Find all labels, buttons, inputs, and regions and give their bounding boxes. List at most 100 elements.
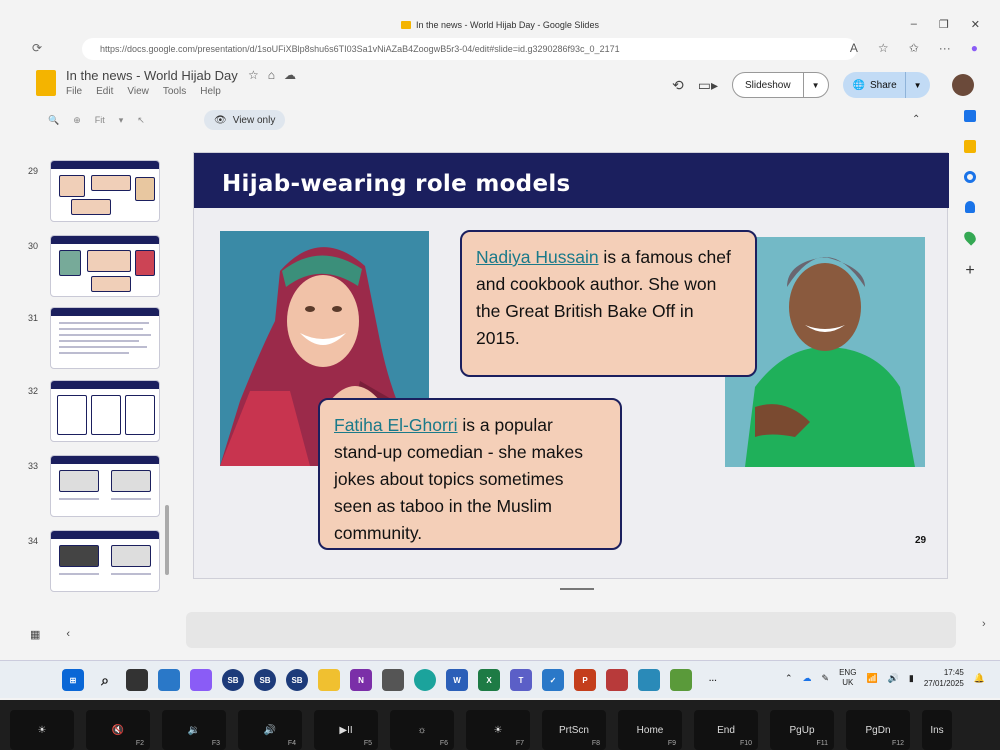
more-apps-icon[interactable]: ··· [702, 669, 724, 691]
system-tray: ⌃ ☁ ✎ ENG UK 📶 🔊 ▮ 17:45 27/01/2025 🔔 [785, 667, 985, 689]
grid-view-icon[interactable]: ▦ [30, 628, 40, 641]
pen-icon[interactable]: ✎ [822, 673, 830, 684]
menu-help[interactable]: Help [200, 86, 221, 97]
app-sb-icon[interactable]: SB [254, 669, 276, 691]
minimize-button[interactable]: – [911, 18, 917, 31]
teams-icon[interactable]: T [510, 669, 532, 691]
zoom-select[interactable]: Fit [95, 115, 105, 125]
refresh-icon[interactable]: ⟳ [32, 41, 42, 55]
header-actions: ⟲ ▭▸ Slideshow ▼ 🌐 Share ▼ [672, 72, 974, 98]
copilot-icon[interactable]: ● [971, 41, 978, 55]
filmstrip: 29 30 31 32 33 34 [20, 155, 180, 615]
menu-edit[interactable]: Edit [96, 86, 113, 97]
collapse-filmstrip-icon[interactable]: ‹ [66, 628, 70, 641]
slide-thumbnail[interactable] [50, 380, 160, 442]
fatiha-link[interactable]: Fatiha El-Ghorri [334, 415, 458, 435]
notes-resize-handle[interactable] [560, 588, 594, 590]
favorite-star-icon[interactable]: ☆ [878, 41, 889, 55]
search-icon[interactable]: ⌕ [94, 669, 116, 691]
slides-logo[interactable] [36, 70, 56, 96]
avatar[interactable] [951, 74, 974, 96]
zoom-icon[interactable]: ⊕ [73, 115, 81, 126]
filmstrip-item[interactable]: 32 [20, 380, 180, 444]
filmstrip-item[interactable]: 31 [20, 307, 180, 371]
windows-start-icon[interactable]: ⊞ [62, 669, 84, 691]
battery-icon[interactable]: ▮ [909, 673, 914, 684]
slide-thumbnail[interactable] [50, 307, 160, 369]
slide-number: 29 [28, 166, 39, 176]
slideshow-button[interactable]: Slideshow ▼ [732, 72, 829, 98]
doc-title-icons: ☆ ⌂ ☁ [248, 68, 296, 82]
pointer-icon[interactable]: ↖ [137, 115, 145, 126]
onenote-icon[interactable]: N [350, 669, 372, 691]
more-options-icon[interactable]: ··· [939, 41, 951, 55]
doc-title[interactable]: In the news - World Hijab Day [66, 68, 238, 83]
app-sb-icon[interactable]: SB [286, 669, 308, 691]
slide-thumbnail[interactable] [50, 455, 160, 517]
filmstrip-item[interactable]: 29 [20, 160, 180, 224]
widgets-icon[interactable] [158, 669, 180, 691]
collapse-menus-icon[interactable]: ⌃ [912, 114, 920, 125]
chevron-down-icon[interactable]: ▼ [804, 81, 828, 90]
notification-bell-icon[interactable]: 🔔 [974, 673, 985, 684]
key-volume-down: 🔉 F3 [162, 710, 226, 750]
calculator-icon[interactable] [382, 669, 404, 691]
address-field[interactable]: https://docs.google.com/presentation/d/1… [82, 38, 857, 60]
maximize-button[interactable]: ❐ [939, 18, 949, 31]
todo-icon[interactable]: ✓ [542, 669, 564, 691]
filmstrip-scrollbar[interactable] [165, 505, 169, 575]
read-aloud-icon[interactable]: A [850, 41, 858, 55]
clock[interactable]: 17:45 27/01/2025 [924, 667, 964, 689]
share-button[interactable]: 🌐 Share ▼ [842, 72, 930, 98]
calendar-icon[interactable] [964, 110, 976, 122]
chevron-right-icon[interactable]: › [982, 618, 986, 630]
speaker-notes-area[interactable] [186, 612, 956, 648]
slide-thumbnail[interactable] [50, 235, 160, 297]
favorites-icon[interactable]: ✩ [909, 41, 919, 55]
volume-icon[interactable]: 🔊 [888, 673, 899, 684]
app-icon[interactable] [670, 669, 692, 691]
search-menus-icon[interactable]: 🔍 [48, 115, 59, 126]
cloud-status-icon[interactable]: ☁ [284, 68, 296, 82]
wifi-icon[interactable]: 📶 [866, 673, 877, 684]
view-only-label: View only [232, 114, 276, 126]
chevron-down-icon[interactable]: ▼ [904, 72, 930, 98]
menu-file[interactable]: File [66, 86, 82, 97]
file-explorer-icon[interactable] [318, 669, 340, 691]
contacts-icon[interactable] [965, 201, 975, 213]
add-addon-icon[interactable]: + [965, 262, 974, 280]
view-only-badge[interactable]: 👁 View only [204, 110, 286, 130]
slide-thumbnail[interactable] [50, 530, 160, 592]
app-icon[interactable] [606, 669, 628, 691]
toolbar: 🔍 ⊕ Fit ▾ ↖ [40, 108, 940, 132]
onedrive-icon[interactable]: ☁ [803, 673, 812, 684]
history-icon[interactable]: ⟲ [672, 77, 684, 94]
word-icon[interactable]: W [446, 669, 468, 691]
language-indicator[interactable]: ENG UK [839, 668, 856, 688]
chevron-down-icon[interactable]: ▾ [119, 115, 124, 126]
filmstrip-item[interactable]: 33 [20, 455, 180, 519]
excel-icon[interactable]: X [478, 669, 500, 691]
meet-camera-icon[interactable]: ▭▸ [698, 77, 718, 94]
star-icon[interactable]: ☆ [248, 68, 259, 82]
nadiya-link[interactable]: Nadiya Hussain [476, 247, 599, 267]
address-bar-row: ⟳ https://docs.google.com/presentation/d… [20, 38, 990, 60]
edge-icon[interactable] [414, 669, 436, 691]
app-sb-icon[interactable]: SB [222, 669, 244, 691]
task-view-icon[interactable] [126, 669, 148, 691]
maps-icon[interactable] [961, 229, 979, 246]
menu-tools[interactable]: Tools [163, 86, 186, 97]
tasks-icon[interactable] [964, 171, 976, 183]
slide-thumbnail[interactable] [50, 160, 160, 222]
slideshow-label: Slideshow [733, 73, 804, 97]
app-icon[interactable] [638, 669, 660, 691]
powerpoint-icon[interactable]: P [574, 669, 596, 691]
filmstrip-item[interactable]: 34 [20, 530, 180, 594]
chevron-up-icon[interactable]: ⌃ [785, 673, 793, 684]
move-icon[interactable]: ⌂ [268, 68, 275, 82]
close-button[interactable]: ✕ [971, 18, 980, 31]
filmstrip-item[interactable]: 30 [20, 235, 180, 299]
keep-icon[interactable] [964, 140, 976, 153]
menu-view[interactable]: View [127, 86, 149, 97]
copilot-icon[interactable] [190, 669, 212, 691]
